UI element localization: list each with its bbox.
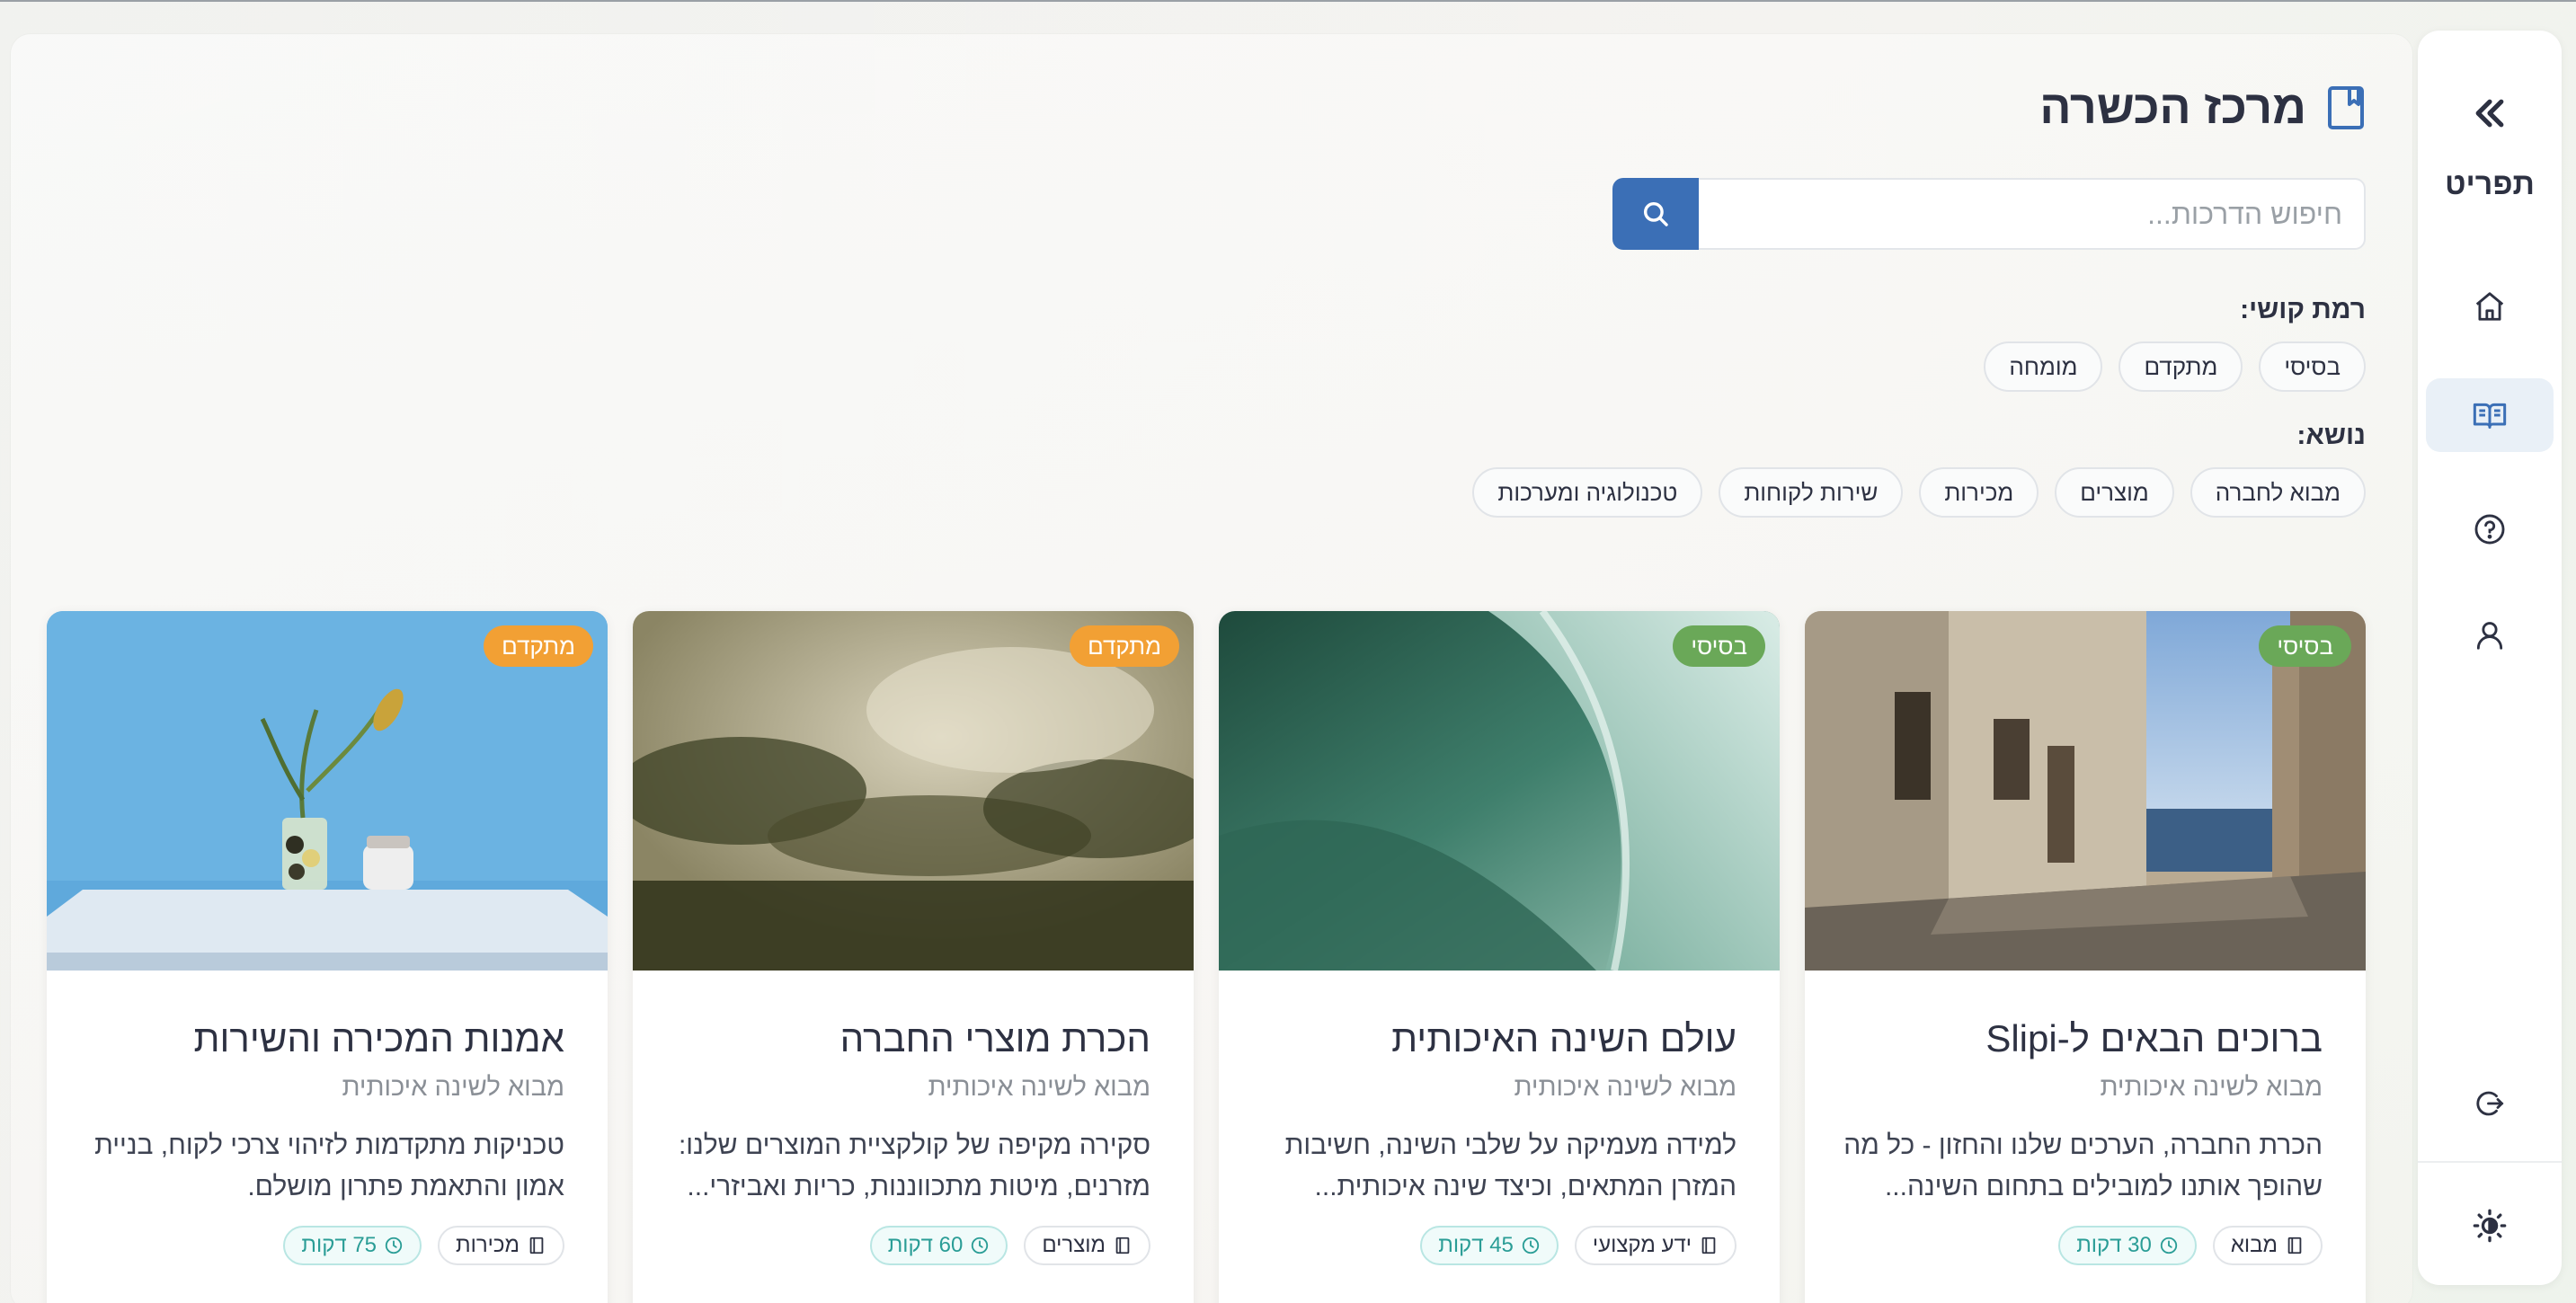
course-description: סקירה מקיפה של קולקציית המוצרים שלנו: מז… (678, 1130, 1150, 1201)
difficulty-filter-label: רמת קושי: (2240, 295, 2366, 324)
clock-icon (1522, 1237, 1540, 1254)
course-subtitle: מבוא לשינה איכותית (928, 1073, 1150, 1102)
topic-tag-label: מוצרים (1042, 1233, 1106, 1257)
duration-tag: 30 דקות (2058, 1226, 2197, 1265)
clock-icon (2160, 1237, 2178, 1254)
bookmark-icon (2328, 86, 2364, 129)
sidebar-item-training[interactable] (2426, 378, 2554, 452)
help-circle-icon (2474, 514, 2505, 545)
logout-button[interactable] (2463, 1077, 2517, 1130)
clock-icon (385, 1237, 403, 1254)
duration-tag-label: 60 דקות (887, 1233, 964, 1257)
user-icon (2476, 622, 2503, 650)
course-subtitle: מבוא לשינה איכותית (1514, 1073, 1737, 1102)
window-top-border (0, 0, 2576, 2)
chip-topic-customer-service[interactable]: שירות לקוחות (1719, 467, 1904, 518)
course-cards: בסיסי ברוכים הבאים ל-Slipi מבוא לשינה אי… (47, 611, 2366, 1303)
duration-tag-label: 75 דקות (301, 1233, 378, 1257)
theme-toggle-button[interactable] (2463, 1199, 2517, 1253)
book-icon (1701, 1237, 1716, 1254)
chip-topic-products[interactable]: מוצרים (2055, 467, 2174, 518)
topic-tag: מבוא (2212, 1226, 2323, 1265)
search-bar (1612, 178, 2366, 250)
course-title: ברוכים הבאים ל-Slipi (1985, 1017, 2323, 1059)
course-tags: מוצרים 60 דקות (869, 1226, 1150, 1265)
duration-tag: 60 דקות (869, 1226, 1008, 1265)
sidebar-collapse-button[interactable] (2463, 86, 2517, 140)
sidebar-item-help[interactable] (2463, 502, 2517, 556)
home-icon (2475, 292, 2504, 321)
sidebar-item-profile[interactable] (2463, 608, 2517, 662)
theme-toggle-icon (2473, 1209, 2507, 1243)
chip-topic-sales[interactable]: מכירות (1919, 467, 2039, 518)
chip-topic-intro[interactable]: מבוא לחברה (2190, 467, 2366, 518)
course-description: הכרת החברה, הערכים שלנו והחזון - כל מה ש… (1843, 1130, 2323, 1201)
clock-icon (972, 1237, 989, 1254)
open-book-icon (2473, 403, 2507, 429)
course-title: הכרת מוצרי החברה (839, 1017, 1150, 1059)
level-badge: מתקדם (1070, 625, 1179, 667)
course-image-forest: מתקדם (633, 611, 1194, 971)
book-icon (1115, 1237, 1130, 1254)
chip-difficulty-basic[interactable]: בסיסי (2259, 341, 2366, 392)
topic-filter-label: נושא: (2296, 421, 2366, 450)
difficulty-filter-chips: בסיסי מתקדם מומחה (1984, 341, 2366, 392)
duration-tag: 45 דקות (1420, 1226, 1559, 1265)
course-title: עולם השינה האיכותית (1391, 1017, 1737, 1059)
logout-icon (2476, 1091, 2504, 1116)
search-icon (1643, 201, 1668, 226)
page-header: מרכז הכשרה (2039, 81, 2366, 135)
search-button[interactable] (1612, 178, 1699, 250)
topic-filter-chips: מבוא לחברה מוצרים מכירות שירות לקוחות טכ… (1472, 467, 2366, 518)
course-description: טכניקות מתקדמות לזיהוי צרכי לקוח, בניית … (94, 1130, 564, 1201)
course-card[interactable]: מתקדם אמנות המכירה והשירות מבוא לשינה אי… (47, 611, 608, 1303)
sidebar: תפריט (2418, 31, 2562, 1285)
course-card[interactable]: מתקדם הכרת מוצרי החברה מבוא לשינה איכותי… (633, 611, 1194, 1303)
book-icon (529, 1237, 544, 1254)
duration-tag: 75 דקות (283, 1226, 422, 1265)
level-badge: בסיסי (2259, 625, 2351, 667)
duration-tag-label: 30 דקות (2076, 1233, 2152, 1257)
course-tags: מכירות 75 דקות (283, 1226, 564, 1265)
course-tags: מבוא 30 דקות (2058, 1226, 2323, 1265)
course-tags: ידע מקצועי 45 דקות (1420, 1226, 1737, 1265)
course-image-alley: בסיסי (1805, 611, 2366, 971)
page-title: מרכז הכשרה (2039, 82, 2306, 134)
topic-tag-label: מבוא (2230, 1233, 2278, 1257)
topic-tag: מכירות (438, 1226, 564, 1265)
topic-tag: מוצרים (1024, 1226, 1150, 1265)
course-card[interactable]: בסיסי ברוכים הבאים ל-Slipi מבוא לשינה אי… (1805, 611, 2366, 1303)
course-subtitle: מבוא לשינה איכותית (342, 1073, 564, 1102)
duration-tag-label: 45 דקות (1438, 1233, 1514, 1257)
sidebar-item-home[interactable] (2463, 279, 2517, 333)
level-badge: מתקדם (484, 625, 593, 667)
double-chevron-icon (2475, 99, 2504, 128)
course-image-wave: בסיסי (1219, 611, 1780, 971)
search-input[interactable] (1699, 178, 2366, 250)
course-image-plant: מתקדם (47, 611, 608, 971)
chip-difficulty-expert[interactable]: מומחה (1984, 341, 2103, 392)
course-card[interactable]: בסיסי עולם השינה האיכותית מבוא לשינה איכ… (1219, 611, 1780, 1303)
chip-topic-technology[interactable]: טכנולוגיה ומערכות (1472, 467, 1703, 518)
book-icon (2287, 1237, 2302, 1254)
course-description: למידה מעמיקה על שלבי השינה, חשיבות המזרן… (1284, 1130, 1737, 1201)
chip-difficulty-advanced[interactable]: מתקדם (2119, 341, 2243, 392)
level-badge: בסיסי (1673, 625, 1765, 667)
topic-tag-label: מכירות (456, 1233, 520, 1257)
sidebar-title: תפריט (2445, 167, 2535, 201)
course-title: אמנות המכירה והשירות (193, 1017, 564, 1059)
course-subtitle: מבוא לשינה איכותית (2100, 1073, 2323, 1102)
sidebar-divider (2418, 1161, 2562, 1163)
topic-tag-label: ידע מקצועי (1592, 1233, 1692, 1257)
main-content: מרכז הכשרה רמת קושי: בסיסי מתקדם מומחה נ… (11, 34, 2412, 1303)
topic-tag: ידע מקצועי (1574, 1226, 1737, 1265)
